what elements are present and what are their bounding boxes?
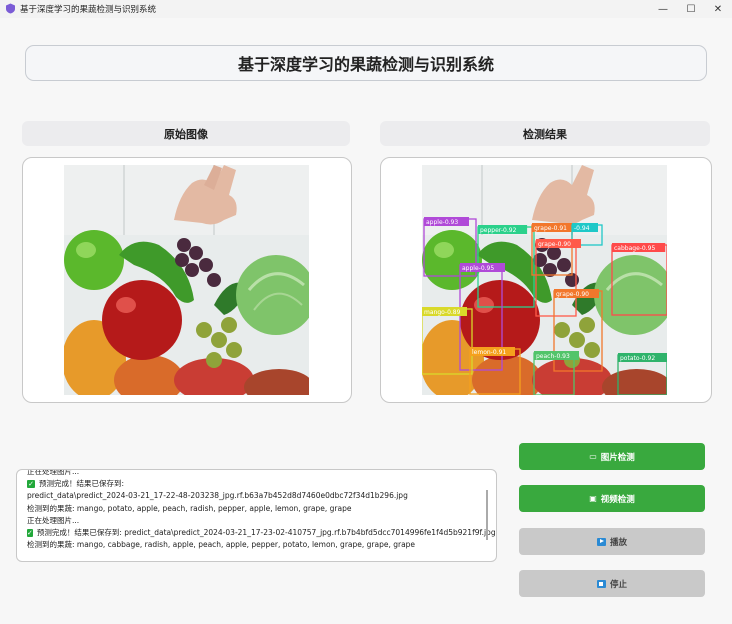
log-scrollbar[interactable] xyxy=(486,490,488,540)
detection-label: potato-0.92 xyxy=(620,355,655,362)
app-title-banner: 基于深度学习的果蔬检测与识别系统 xyxy=(25,45,707,81)
detection-label: peach-0.93 xyxy=(536,353,570,360)
detection-label: grape-0.91 xyxy=(534,225,567,232)
close-button[interactable]: ✕ xyxy=(701,0,732,18)
play-icon xyxy=(596,537,606,546)
close-icon: ✕ xyxy=(713,3,723,15)
app-icon xyxy=(6,3,15,14)
maximize-icon: ☐ xyxy=(686,3,696,15)
log-output[interactable]: 正在处理图片... ✓ 预测完成！结果已保存到: predict_data\predi… xyxy=(16,469,497,562)
detection-label: -0.94 xyxy=(574,225,590,232)
log-line: 正在处理图片... xyxy=(27,469,489,478)
detection-label: apple-0.95 xyxy=(462,265,494,272)
window-title: 基于深度学习的果蔬检测与识别系统 xyxy=(20,5,157,15)
original-image-panel xyxy=(22,157,352,403)
image-detect-label: 图片检测 xyxy=(600,452,635,463)
detection-label: mango-0.89 xyxy=(424,309,461,316)
log-line-text: 预测完成！结果已保存到: predict_data\predict_2024-0… xyxy=(36,528,496,538)
detection-result-title: 检测结果 xyxy=(523,127,567,141)
play-label: 播放 xyxy=(609,537,627,548)
log-line: ✓ 预测完成！结果已保存到: predict_data\predict_2024-… xyxy=(27,527,496,539)
log-line-text: 检测到的果蔬: mango, cabbage, radish, apple, p… xyxy=(27,540,416,550)
original-image-title: 原始图像 xyxy=(164,127,208,141)
play-button[interactable]: 播放 xyxy=(519,528,705,555)
detection-image: apple-0.93 pepper-0.92 grape-0.91 -0.94 grap… xyxy=(422,165,667,395)
log-line: ✓ 预测完成！结果已保存到: xyxy=(27,478,489,490)
film-icon: ▣ xyxy=(589,494,597,503)
log-lines: 正在处理图片... ✓ 预测完成！结果已保存到: predict_data\predi… xyxy=(27,469,496,551)
detection-label: grape-0.90 xyxy=(538,241,571,248)
original-image xyxy=(64,165,309,395)
minimize-icon: — xyxy=(658,3,668,15)
video-detect-button[interactable]: ▣ 视频检测 xyxy=(519,485,705,512)
original-image-header: 原始图像 xyxy=(22,121,350,146)
detection-label: pepper-0.92 xyxy=(480,227,517,234)
stop-icon xyxy=(596,579,606,588)
log-line: 检测到的果蔬: mango, potato, apple, peach, rad… xyxy=(27,503,489,515)
image-icon: ▭ xyxy=(589,452,597,461)
image-detect-button[interactable]: ▭ 图片检测 xyxy=(519,443,705,470)
stop-button[interactable]: 停止 xyxy=(519,570,705,597)
detection-label: apple-0.93 xyxy=(426,219,458,226)
video-detect-label: 视频检测 xyxy=(600,494,635,505)
log-line-text: 检测到的果蔬: mango, potato, apple, peach, rad… xyxy=(27,503,352,513)
app-title: 基于深度学习的果蔬检测与识别系统 xyxy=(237,55,494,74)
log-line-text: predict_data\predict_2024-03-21_17-22-48… xyxy=(27,491,408,501)
check-icon: ✓ xyxy=(27,529,33,538)
log-line-text: 正在处理图片... xyxy=(27,469,80,476)
detection-label: lemon-0.91 xyxy=(472,349,506,356)
window-titlebar: 基于深度学习的果蔬检测与识别系统 — ☐ ✕ xyxy=(0,0,732,18)
detection-result-panel: apple-0.93 pepper-0.92 grape-0.91 -0.94 grap… xyxy=(380,157,712,403)
log-line-text: 正在处理图片... xyxy=(27,515,80,525)
detection-result-header: 检测结果 xyxy=(380,121,710,146)
log-line: predict_data\predict_2024-03-21_17-22-48… xyxy=(27,490,489,502)
log-line: 检测到的果蔬: mango, cabbage, radish, apple, p… xyxy=(27,539,489,551)
detection-label: grape-0.90 xyxy=(556,291,589,298)
check-icon: ✓ xyxy=(27,480,35,489)
log-line: 正在处理图片... xyxy=(27,515,489,527)
detection-label: cabbage-0.95 xyxy=(614,245,655,252)
log-line-text: 预测完成！结果已保存到: xyxy=(39,479,125,489)
stop-label: 停止 xyxy=(609,579,627,590)
